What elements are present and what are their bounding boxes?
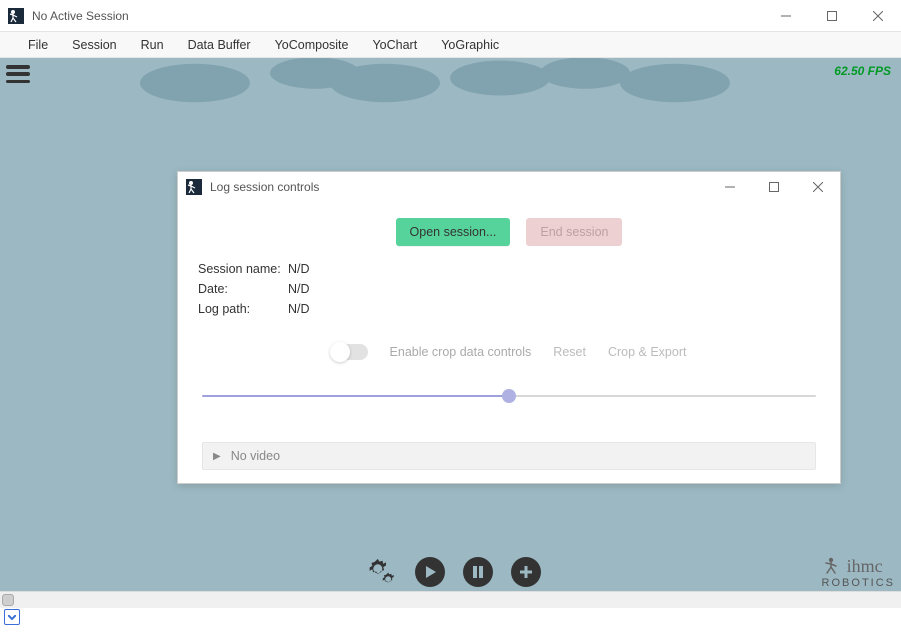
session-name-value: N/D — [288, 262, 310, 276]
end-session-button: End session — [526, 218, 622, 246]
menu-yochart[interactable]: YoChart — [360, 32, 429, 58]
no-video-label: No video — [231, 449, 280, 463]
no-video-panel[interactable]: ▶ No video — [202, 442, 816, 470]
dialog-app-icon — [186, 179, 202, 195]
app-icon — [8, 8, 24, 24]
menu-run[interactable]: Run — [129, 32, 176, 58]
menu-yographic[interactable]: YoGraphic — [429, 32, 511, 58]
enable-crop-toggle[interactable] — [332, 344, 368, 360]
dialog-titlebar[interactable]: Log session controls — [178, 172, 840, 202]
hamburger-menu-icon[interactable] — [6, 65, 30, 83]
crop-export-button: Crop & Export — [608, 345, 687, 359]
pause-button[interactable] — [463, 557, 493, 587]
maximize-button[interactable] — [809, 0, 855, 32]
settings-button[interactable] — [361, 557, 397, 587]
reset-button: Reset — [553, 345, 586, 359]
menu-data-buffer[interactable]: Data Buffer — [176, 32, 263, 58]
date-label: Date: — [198, 282, 288, 296]
log-path-label: Log path: — [198, 302, 288, 316]
ihmc-logo: ihmc ROBOTICS — [822, 556, 895, 589]
logo-icon — [822, 557, 845, 577]
menu-session[interactable]: Session — [60, 32, 128, 58]
minimize-button[interactable] — [763, 0, 809, 32]
dialog-maximize-button[interactable] — [752, 172, 796, 202]
horizontal-scrollbar[interactable] — [0, 591, 901, 608]
play-button[interactable] — [415, 557, 445, 587]
playback-controls — [361, 557, 541, 587]
logo-text-top: ihmc — [847, 556, 883, 576]
dialog-minimize-button[interactable] — [708, 172, 752, 202]
date-value: N/D — [288, 282, 310, 296]
main-viewport: 62.50 FPS Log session controls Open sess… — [0, 58, 901, 591]
log-session-dialog: Log session controls Open session... End… — [177, 171, 841, 484]
status-bar — [0, 608, 901, 626]
crop-slider[interactable] — [202, 388, 816, 404]
dialog-title: Log session controls — [210, 180, 708, 194]
status-dropdown-button[interactable] — [4, 609, 20, 625]
menu-bar: File Session Run Data Buffer YoComposite… — [0, 32, 901, 58]
scrollbar-thumb[interactable] — [2, 594, 14, 606]
log-path-value: N/D — [288, 302, 310, 316]
close-button[interactable] — [855, 0, 901, 32]
logo-text-bottom: ROBOTICS — [822, 577, 895, 589]
enable-crop-label: Enable crop data controls — [390, 345, 532, 359]
menu-yocomposite[interactable]: YoComposite — [263, 32, 361, 58]
window-title: No Active Session — [32, 9, 763, 23]
open-session-button[interactable]: Open session... — [396, 218, 511, 246]
expand-icon: ▶ — [213, 451, 221, 462]
dialog-close-button[interactable] — [796, 172, 840, 202]
fps-counter: 62.50 FPS — [834, 64, 891, 78]
main-titlebar: No Active Session — [0, 0, 901, 32]
slider-thumb[interactable] — [502, 389, 516, 403]
session-name-label: Session name: — [198, 262, 288, 276]
menu-file[interactable]: File — [16, 32, 60, 58]
add-button[interactable] — [511, 557, 541, 587]
